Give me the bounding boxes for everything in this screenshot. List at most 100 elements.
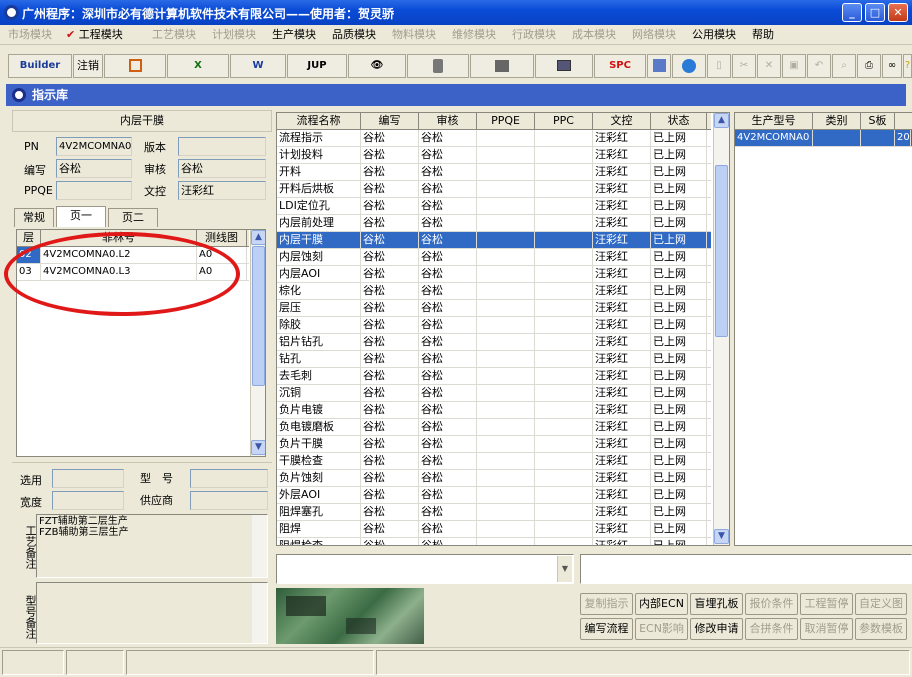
scroll-thumb[interactable] [252, 246, 265, 386]
col-status[interactable]: 状态 [651, 113, 707, 130]
computer-button[interactable] [535, 54, 593, 78]
modify-request-button[interactable]: 修改申请 [690, 618, 743, 640]
scroll-up-icon[interactable]: ▲ [714, 113, 729, 128]
view-button[interactable]: 👁 [348, 54, 406, 78]
flow-row[interactable]: 除胶 谷松 谷松 汪彩红 已上网 [277, 317, 711, 334]
process-note-box[interactable]: FZT辅助第二层生产 FZB辅助第三层生产 [36, 514, 268, 578]
quote-condition-button[interactable]: 报价条件 [745, 593, 798, 615]
scroll-down-icon[interactable]: ▼ [714, 529, 729, 544]
copy-instruction-button[interactable]: 复制指示 [580, 593, 633, 615]
report-button[interactable] [104, 54, 166, 78]
flow-row[interactable]: 计划投料 谷松 谷松 汪彩红 已上网 [277, 147, 711, 164]
flow-row[interactable]: 阻焊塞孔 谷松 谷松 汪彩红 已上网 [277, 504, 711, 521]
col-author[interactable]: 编写 [361, 113, 419, 130]
tab-page-one[interactable]: 页一 [56, 206, 106, 227]
spc-button[interactable]: SPC [594, 54, 646, 78]
internal-ecn-button[interactable]: 内部ECN [635, 593, 688, 615]
menu-0[interactable]: 市场模块 [8, 27, 52, 43]
flow-row[interactable]: 阻焊 谷松 谷松 汪彩红 已上网 [277, 521, 711, 538]
flow-row[interactable]: 负片干膜 谷松 谷松 汪彩红 已上网 [277, 436, 711, 453]
scroll-thumb[interactable] [715, 165, 728, 337]
excel-button[interactable]: X [167, 54, 229, 78]
menu-3[interactable]: 计划模块 [212, 27, 256, 43]
builder-button[interactable]: Builder [8, 54, 72, 78]
flow-row[interactable]: 沉铜 谷松 谷松 汪彩红 已上网 [277, 385, 711, 402]
ecn-impact-button[interactable]: ECN影响 [635, 618, 688, 640]
tab-general[interactable]: 常规 [14, 208, 54, 227]
dropdown-arrow-icon[interactable]: ▼ [557, 556, 572, 582]
param-template-button[interactable]: 参数模板 [855, 618, 907, 640]
doc-control-field[interactable]: 汪彩红 [178, 181, 266, 200]
scroll-down-icon[interactable]: ▼ [251, 440, 265, 455]
cancel-pause-button[interactable]: 取消暂停 [800, 618, 853, 640]
ie-button[interactable] [672, 54, 706, 78]
col-review[interactable]: 审核 [419, 113, 477, 130]
info-field[interactable] [580, 554, 912, 584]
version-field[interactable] [178, 137, 266, 156]
flow-row[interactable]: 开料后烘板 谷松 谷松 汪彩红 已上网 [277, 181, 711, 198]
find-button[interactable]: ∞ [882, 54, 902, 78]
menu-8[interactable]: 行政模块 [512, 27, 556, 43]
close-button[interactable]: ✕ [888, 3, 908, 22]
menu-10[interactable]: 网络模块 [632, 27, 676, 43]
flow-row[interactable]: 内层蚀刻 谷松 谷松 汪彩红 已上网 [277, 249, 711, 266]
tab-page-two[interactable]: 页二 [108, 208, 158, 227]
col-ppc[interactable]: PPC [535, 113, 593, 130]
network-button[interactable] [470, 54, 534, 78]
jup-button[interactable]: JUP [287, 54, 347, 78]
supplier-field[interactable] [190, 491, 268, 510]
flow-row[interactable]: 棕化 谷松 谷松 汪彩红 已上网 [277, 283, 711, 300]
flow-row[interactable]: 负电镀磨板 谷松 谷松 汪彩红 已上网 [277, 419, 711, 436]
help-button[interactable]: ? [903, 54, 912, 78]
flow-row[interactable]: 干膜检查 谷松 谷松 汪彩红 已上网 [277, 453, 711, 470]
delete-button[interactable]: ✕ [757, 54, 781, 78]
col-doc-control[interactable]: 文控 [593, 113, 651, 130]
model-note-box[interactable] [36, 582, 268, 644]
menu-2[interactable]: 工艺模块 [152, 27, 196, 43]
width-field[interactable] [52, 491, 124, 510]
merge-condition-button[interactable]: 合拼条件 [745, 618, 798, 640]
undo-button[interactable]: ↶ [807, 54, 831, 78]
minimize-button[interactable]: _ [842, 3, 862, 22]
pn-field[interactable]: 4V2MCOMNA0 [56, 137, 132, 156]
flow-row[interactable]: 层压 谷松 谷松 汪彩红 已上网 [277, 300, 711, 317]
model-note-scrollbar[interactable] [252, 583, 267, 643]
menu-9[interactable]: 成本模块 [572, 27, 616, 43]
flow-row[interactable]: 阻焊检查 谷松 谷松 汪彩红 已上网 [277, 538, 711, 545]
col-production-model[interactable]: 生产型号 [735, 113, 813, 130]
flow-scrollbar[interactable]: ▲ ▼ [713, 113, 729, 545]
new-button[interactable]: ▯ [707, 54, 731, 78]
database-button[interactable] [407, 54, 469, 78]
calendar-button[interactable] [647, 54, 671, 78]
flow-row[interactable]: 流程指示 谷松 谷松 汪彩红 已上网 [277, 130, 711, 147]
flow-row[interactable]: 负片蚀刻 谷松 谷松 汪彩红 已上网 [277, 470, 711, 487]
logout-button[interactable]: 注销 [73, 54, 103, 78]
menu-12[interactable]: 帮助 [752, 27, 774, 43]
menu-6[interactable]: 物料模块 [392, 27, 436, 43]
write-flow-button[interactable]: 编写流程 [580, 618, 633, 640]
scroll-up-icon[interactable]: ▲ [251, 230, 265, 245]
flow-row[interactable]: 开料 谷松 谷松 汪彩红 已上网 [277, 164, 711, 181]
flow-row[interactable]: 钻孔 谷松 谷松 汪彩红 已上网 [277, 351, 711, 368]
model-row[interactable]: 4V2MCOMNA0 20 [735, 130, 912, 147]
menu-5[interactable]: 品质模块 [332, 27, 376, 43]
col-s-board[interactable]: S板 [861, 113, 895, 130]
layer-scrollbar[interactable]: ▲ ▼ [250, 230, 265, 456]
col-flow-name[interactable]: 流程名称 [277, 113, 361, 130]
col-category[interactable]: 类别 [813, 113, 861, 130]
combo-box[interactable]: ▼ [276, 554, 574, 584]
flow-row[interactable]: 内层干膜 谷松 谷松 汪彩红 已上网 [277, 232, 711, 249]
engineering-pause-button[interactable]: 工程暂停 [800, 593, 853, 615]
flow-row[interactable]: 负片电镀 谷松 谷松 汪彩红 已上网 [277, 402, 711, 419]
review-field[interactable]: 谷松 [178, 159, 266, 178]
blind-buried-button[interactable]: 盲埋孔板 [690, 593, 743, 615]
select-field[interactable] [52, 469, 124, 488]
flow-row[interactable]: LDI定位孔 谷松 谷松 汪彩红 已上网 [277, 198, 711, 215]
menu-4[interactable]: 生产模块 [272, 27, 316, 43]
flow-row[interactable]: 外层AOI 谷松 谷松 汪彩红 已上网 [277, 487, 711, 504]
col-ppqe[interactable]: PPQE [477, 113, 535, 130]
word-button[interactable]: W [230, 54, 286, 78]
model-field[interactable] [190, 469, 268, 488]
maximize-button[interactable]: □ [865, 3, 885, 22]
custom-chart-button[interactable]: 自定义图 [855, 593, 907, 615]
